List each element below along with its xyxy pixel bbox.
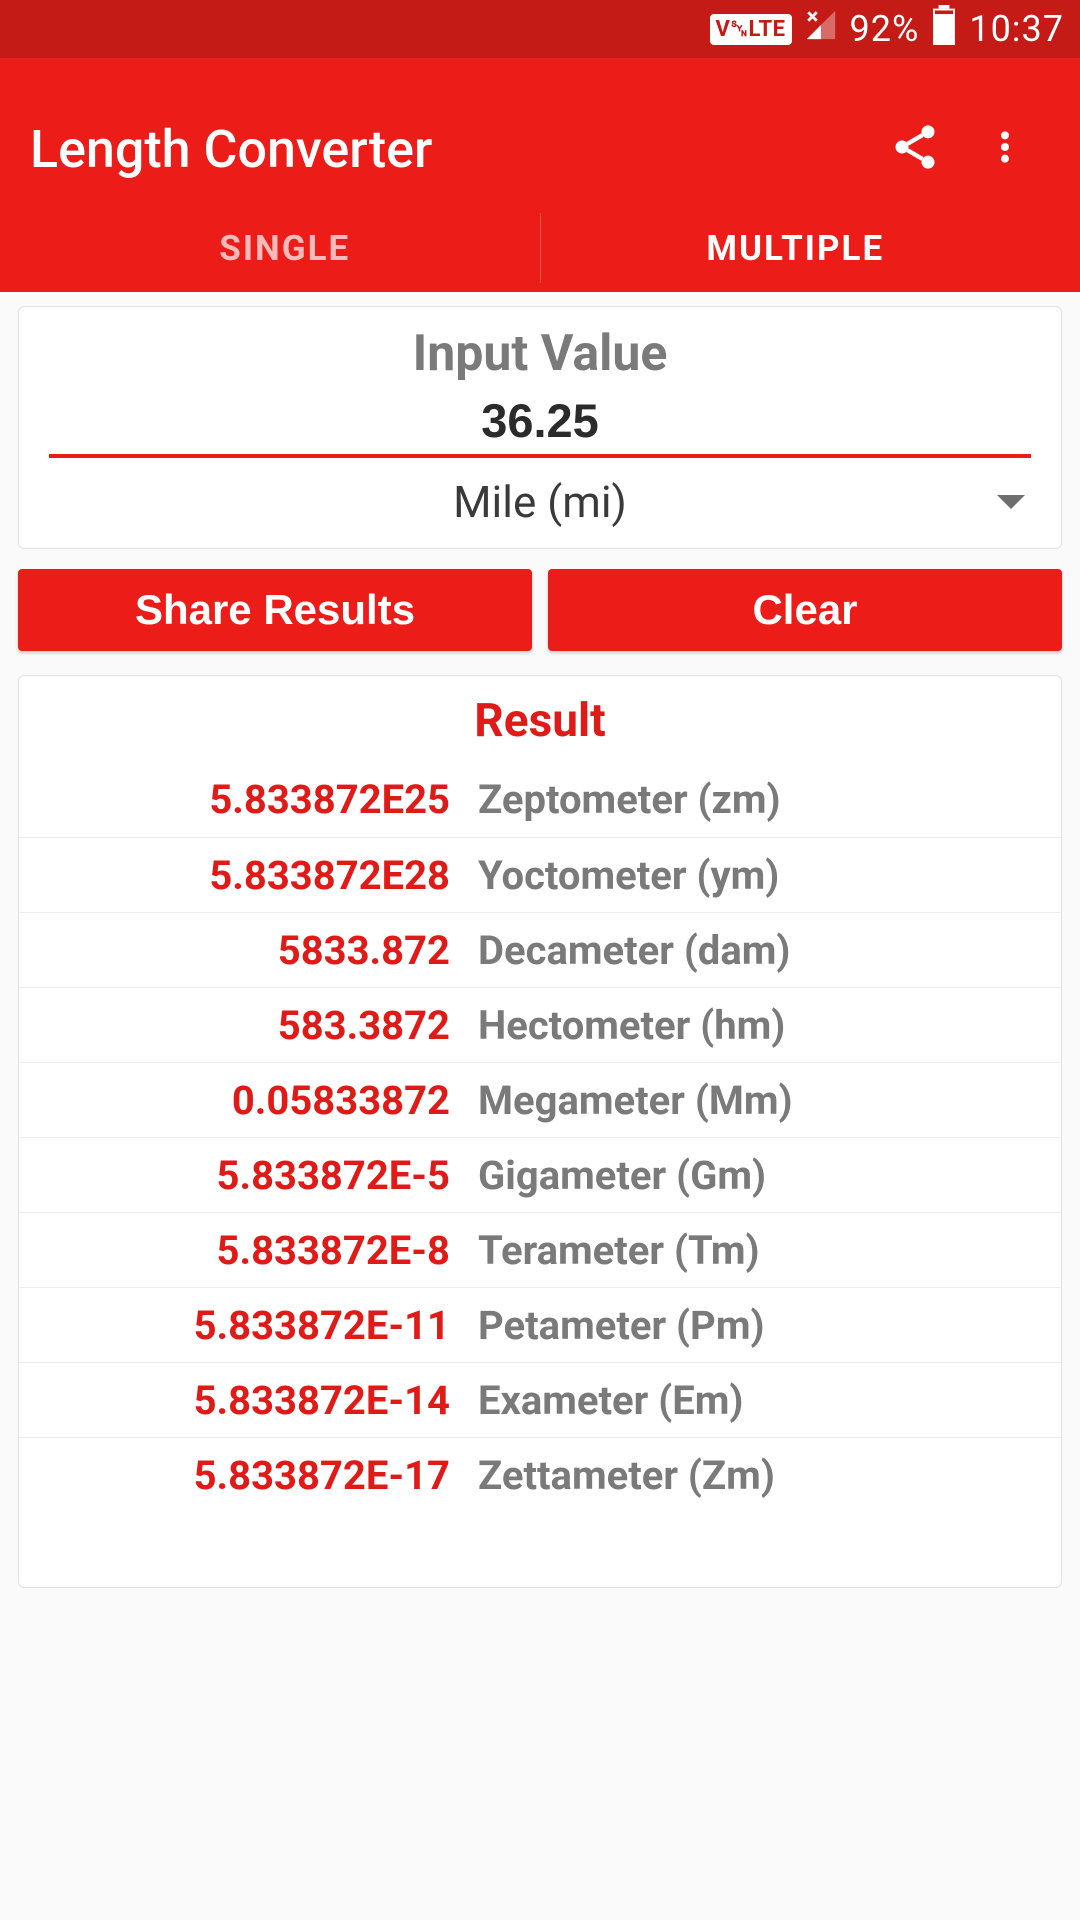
result-row: 5.833872E25 Zeptometer (zm) <box>19 762 1061 837</box>
result-value: 5.833872E-8 <box>19 1227 464 1274</box>
input-value-field[interactable] <box>49 393 1031 458</box>
signal-icon <box>804 8 838 51</box>
tabs: SINGLE MULTIPLE <box>30 204 1050 292</box>
result-row: 5.833872E28 Yoctometer (ym) <box>19 837 1061 912</box>
result-unit: Terameter (Tm) <box>464 1227 1061 1274</box>
result-row: 5.833872E-17 Zettameter (Zm) <box>19 1437 1061 1512</box>
result-value: 5.833872E-14 <box>19 1377 464 1424</box>
result-unit: Hectometer (hm) <box>464 1002 1061 1049</box>
app-bar: Length Converter SINGLE MULTIPLE <box>0 58 1080 292</box>
result-unit: Petameter (Pm) <box>464 1302 1061 1349</box>
results-card: Result 5.833872E25 Zeptometer (zm) 5.833… <box>18 675 1062 1588</box>
result-unit: Gigameter (Gm) <box>464 1152 1061 1199</box>
clock: 10:37 <box>969 8 1064 50</box>
unit-select-text: Mile (mi) <box>453 476 627 528</box>
battery-percentage: 92% <box>850 8 920 50</box>
clear-button[interactable]: Clear <box>548 569 1062 651</box>
input-label: Input Value <box>49 325 1031 383</box>
result-row: 5833.872 Decameter (dam) <box>19 912 1061 987</box>
content: Input Value Mile (mi) Share Results Clea… <box>0 292 1080 1588</box>
result-value: 5.833872E-5 <box>19 1152 464 1199</box>
result-row: 583.3872 Hectometer (hm) <box>19 987 1061 1062</box>
tab-single[interactable]: SINGLE <box>30 228 540 269</box>
result-row: 5.833872E-8 Terameter (Tm) <box>19 1212 1061 1287</box>
result-unit: Exameter (Em) <box>464 1377 1061 1424</box>
result-unit: Yoctometer (ym) <box>464 852 1061 899</box>
battery-icon <box>931 5 957 54</box>
results-header: Result <box>19 676 1061 762</box>
result-value: 0.05833872 <box>19 1077 464 1124</box>
input-card: Input Value Mile (mi) <box>18 306 1062 549</box>
result-row: 0.05833872 Megameter (Mm) <box>19 1062 1061 1137</box>
page-title: Length Converter <box>30 119 870 180</box>
status-bar: V␖LTE 92% 10:37 <box>0 0 1080 58</box>
result-value: 5.833872E-17 <box>19 1452 464 1499</box>
more-icon[interactable] <box>960 121 1050 177</box>
chevron-down-icon <box>997 495 1025 509</box>
result-value: 5833.872 <box>19 927 464 974</box>
result-unit: Zettameter (Zm) <box>464 1452 1061 1499</box>
result-row: 5.833872E-14 Exameter (Em) <box>19 1362 1061 1437</box>
result-row: 5.833872E-11 Petameter (Pm) <box>19 1287 1061 1362</box>
result-row: 5.833872E-5 Gigameter (Gm) <box>19 1137 1061 1212</box>
result-unit: Zeptometer (zm) <box>464 776 1061 823</box>
share-icon[interactable] <box>870 121 960 177</box>
result-value: 583.3872 <box>19 1002 464 1049</box>
result-value: 5.833872E-11 <box>19 1302 464 1349</box>
share-results-button[interactable]: Share Results <box>18 569 532 651</box>
result-value: 5.833872E25 <box>19 776 464 823</box>
result-unit: Megameter (Mm) <box>464 1077 1061 1124</box>
tab-multiple[interactable]: MULTIPLE <box>541 228 1051 269</box>
results-list[interactable]: 5.833872E25 Zeptometer (zm) 5.833872E28 … <box>19 762 1061 1587</box>
result-value: 5.833872E28 <box>19 852 464 899</box>
button-row: Share Results Clear <box>18 569 1062 651</box>
volte-badge: V␖LTE <box>710 14 792 45</box>
unit-select[interactable]: Mile (mi) <box>49 476 1031 528</box>
result-unit: Decameter (dam) <box>464 927 1061 974</box>
